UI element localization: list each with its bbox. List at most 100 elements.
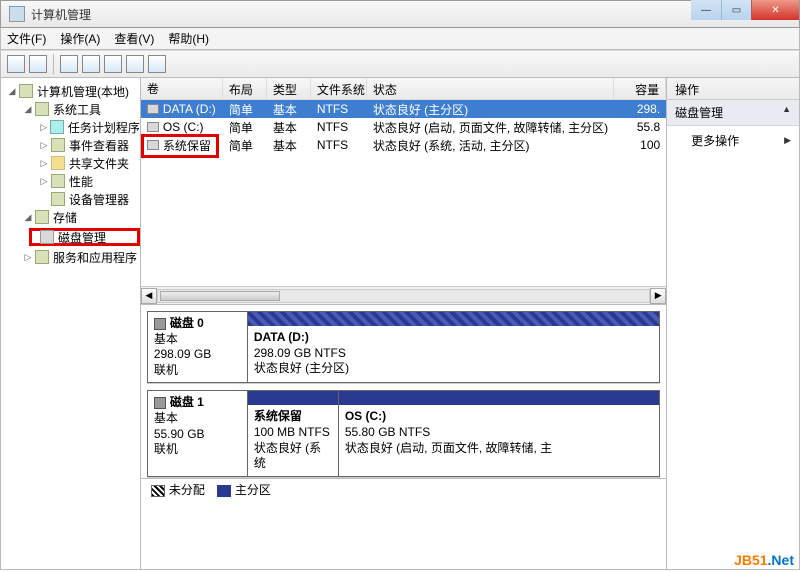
disk-info[interactable]: 磁盘 0 基本 298.09 GB 联机 [147,311,247,383]
actions-more[interactable]: 更多操作 ▶ [667,126,799,155]
tree-label: 存储 [53,209,77,226]
center-panel: 卷 布局 类型 文件系统 状态 容量 DATA (D:) 简单 基本 NTFS … [141,78,666,569]
volume-row[interactable]: OS (C:) 简单 基本 NTFS 状态良好 (启动, 页面文件, 故障转储,… [141,118,666,136]
watermark-text: .Net [768,552,794,568]
tree-label: 磁盘管理 [58,229,106,246]
volume-type: 基本 [267,119,311,136]
partition-header-bar [248,312,659,326]
partition[interactable]: OS (C:) 55.80 GB NTFS 状态良好 (启动, 页面文件, 故障… [338,391,659,475]
disk-icon [154,397,166,409]
volume-row[interactable]: 系统保留 简单 基本 NTFS 状态良好 (系统, 活动, 主分区) 100 [141,136,666,154]
volume-status: 状态良好 (系统, 活动, 主分区) [367,137,614,154]
disk-block: 磁盘 0 基本 298.09 GB 联机 DATA (D:) 298.09 GB… [147,311,660,384]
col-layout[interactable]: 布局 [223,78,267,99]
volume-list: DATA (D:) 简单 基本 NTFS 状态良好 (主分区) 298. OS … [141,100,666,154]
partition[interactable]: 系统保留 100 MB NTFS 状态良好 (系统 [248,391,338,475]
volume-name: DATA (D:) [163,102,216,116]
watermark-text: JB51 [734,552,767,568]
col-fs[interactable]: 文件系统 [311,78,367,99]
disk-block: 磁盘 1 基本 55.90 GB 联机 系统保留 100 MB NTFS 状态良… [147,390,660,477]
window-controls: — ▭ ✕ [691,0,799,20]
partition-size: 55.80 GB NTFS [345,425,430,439]
menu-file[interactable]: 文件(F) [7,30,46,47]
toolbar-icon[interactable] [104,55,122,73]
partition-size: 100 MB NTFS [254,425,330,439]
actions-group-label: 磁盘管理 [675,104,723,121]
volume-capacity: 298. [614,102,666,116]
disk-size: 298.09 GB [154,347,241,363]
legend-unallocated-swatch [151,485,165,497]
col-status[interactable]: 状态 [367,78,614,99]
tree-root-label: 计算机管理(本地) [37,83,129,100]
refresh-icon[interactable] [82,55,100,73]
volume-status: 状态良好 (主分区) [367,101,614,118]
col-volume[interactable]: 卷 [141,78,223,99]
scroll-thumb[interactable] [160,291,280,301]
tree-disk-management[interactable]: 磁盘管理 [29,228,140,246]
horizontal-scrollbar[interactable]: ◀ ▶ [141,286,666,304]
disk-info[interactable]: 磁盘 1 基本 55.90 GB 联机 [147,390,247,476]
tree-label: 共享文件夹 [69,155,129,172]
partition-title: 系统保留 [254,409,302,423]
toolbar-icon[interactable] [60,55,78,73]
disk-partitions: 系统保留 100 MB NTFS 状态良好 (系统 OS (C:) 55.80 … [247,390,660,476]
disk-type: 基本 [154,411,241,427]
volume-header: 卷 布局 类型 文件系统 状态 容量 [141,78,666,100]
volume-capacity: 100 [614,138,666,152]
tree-system-tools[interactable]: ◢系统工具 [1,100,140,118]
volume-fs: NTFS [311,138,367,152]
tree-task-scheduler[interactable]: ▷任务计划程序 [1,118,140,136]
tree-performance[interactable]: ▷性能 [1,172,140,190]
menubar: 文件(F) 操作(A) 查看(V) 帮助(H) [0,28,800,50]
nav-back-icon[interactable] [7,55,25,73]
disk-label: 磁盘 0 [170,316,204,332]
volume-fs: NTFS [311,120,367,134]
partition-size: 298.09 GB NTFS [254,346,346,360]
disks-area: 磁盘 0 基本 298.09 GB 联机 DATA (D:) 298.09 GB… [141,304,666,569]
partition-status: 状态良好 (主分区) [254,361,349,375]
collapse-icon: ▲ [782,104,791,121]
help-icon[interactable] [148,55,166,73]
col-type[interactable]: 类型 [267,78,311,99]
partition-status: 状态良好 (启动, 页面文件, 故障转储, 主 [345,441,552,455]
tree-services-apps[interactable]: ▷服务和应用程序 [1,248,140,266]
actions-more-label: 更多操作 [691,132,739,149]
volume-name: OS (C:) [163,120,204,134]
menu-action[interactable]: 操作(A) [60,30,100,47]
toolbar-separator [53,54,54,74]
partition[interactable]: DATA (D:) 298.09 GB NTFS 状态良好 (主分区) [248,312,659,382]
volume-icon [147,122,159,132]
actions-header: 操作 [667,78,799,100]
legend-unallocated-label: 未分配 [169,483,205,497]
legend-primary-label: 主分区 [235,483,271,497]
minimize-button[interactable]: — [691,0,721,20]
legend: 未分配 主分区 [141,478,666,500]
legend-primary-swatch [217,485,231,497]
tree-root[interactable]: ◢计算机管理(本地) [1,82,140,100]
main-area: ◢计算机管理(本地) ◢系统工具 ▷任务计划程序 ▷事件查看器 ▷共享文件夹 ▷… [0,78,800,570]
menu-help[interactable]: 帮助(H) [168,30,209,47]
tree-event-viewer[interactable]: ▷事件查看器 [1,136,140,154]
maximize-button[interactable]: ▭ [721,0,751,20]
nav-fwd-icon[interactable] [29,55,47,73]
toolbar-icon[interactable] [126,55,144,73]
partition-header-bar [339,391,659,405]
scroll-track[interactable] [157,289,650,303]
actions-group[interactable]: 磁盘管理 ▲ [667,100,799,126]
tree-shared-folders[interactable]: ▷共享文件夹 [1,154,140,172]
scroll-left-icon[interactable]: ◀ [141,288,157,304]
app-icon [9,6,25,22]
close-button[interactable]: ✕ [751,0,799,20]
tree-label: 性能 [69,173,93,190]
tree-storage[interactable]: ◢存储 [1,208,140,226]
menu-view[interactable]: 查看(V) [114,30,154,47]
scroll-right-icon[interactable]: ▶ [650,288,666,304]
window-title: 计算机管理 [31,6,91,23]
volume-row[interactable]: DATA (D:) 简单 基本 NTFS 状态良好 (主分区) 298. [141,100,666,118]
disk-size: 55.90 GB [154,427,241,443]
tree-label: 设备管理器 [69,191,129,208]
partition-title: OS (C:) [345,409,386,423]
tree-label: 任务计划程序 [68,119,140,136]
col-capacity[interactable]: 容量 [614,78,666,99]
tree-device-manager[interactable]: 设备管理器 [1,190,140,208]
